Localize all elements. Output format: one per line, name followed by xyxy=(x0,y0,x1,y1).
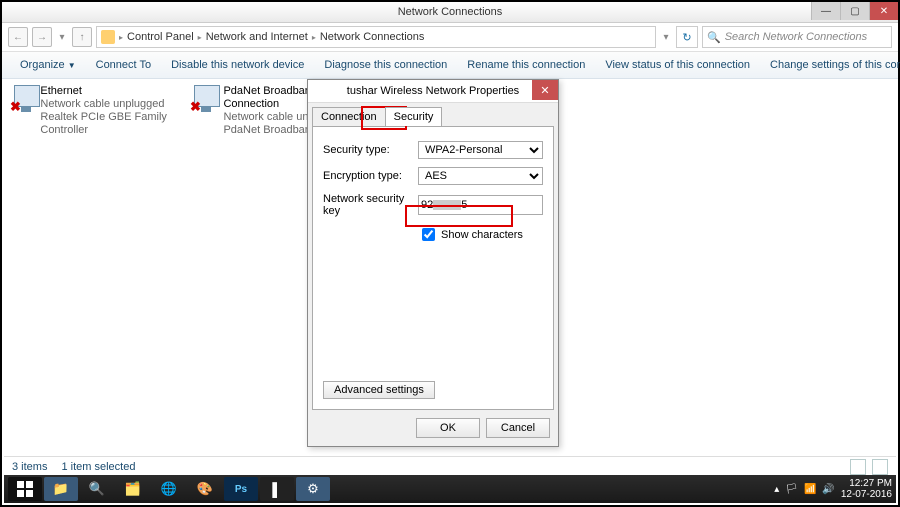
control-panel-icon xyxy=(101,30,115,44)
status-item-count: 3 items xyxy=(12,461,47,473)
taskbar-chrome[interactable]: 🌐 xyxy=(152,477,186,501)
advanced-settings-button[interactable]: Advanced settings xyxy=(323,381,435,399)
search-input[interactable]: 🔍 Search Network Connections xyxy=(702,26,892,48)
content-area: ✖ Ethernet Network cable unplugged Realt… xyxy=(2,79,898,469)
organize-menu[interactable]: Organize ▼ xyxy=(10,59,86,71)
breadcrumb-dropdown[interactable]: ▾ xyxy=(660,28,672,46)
window-titlebar: Network Connections — ▢ ✕ xyxy=(2,2,898,23)
error-x-icon: ✖ xyxy=(190,99,201,115)
nav-back-button[interactable]: ← xyxy=(8,27,28,47)
search-icon: 🔍 xyxy=(707,31,721,44)
breadcrumb-root[interactable]: Control Panel xyxy=(127,31,194,43)
diagnose-button[interactable]: Diagnose this connection xyxy=(314,59,457,71)
large-icons-view-icon[interactable] xyxy=(872,459,888,475)
refresh-button[interactable]: ↻ xyxy=(676,26,698,48)
network-key-input[interactable]: 925 xyxy=(418,195,543,215)
status-selected: 1 item selected xyxy=(61,461,135,473)
tray-clock[interactable]: 12:27 PM 12-07-2016 xyxy=(841,478,892,500)
tray-flag-icon[interactable]: 🏳 xyxy=(785,484,798,495)
key-masked xyxy=(433,200,461,210)
network-key-label: Network security key xyxy=(323,193,418,217)
dialog-close-button[interactable]: ✕ xyxy=(532,80,558,100)
details-view-icon[interactable] xyxy=(850,459,866,475)
connection-adapter: Realtek PCIe GBE Family Controller xyxy=(40,111,182,137)
address-bar: ← → ▾ ↑ ▸ Control Panel ▸ Network and In… xyxy=(2,23,898,52)
rename-button[interactable]: Rename this connection xyxy=(457,59,595,71)
breadcrumb-leaf[interactable]: Network Connections xyxy=(320,31,425,43)
breadcrumb-mid[interactable]: Network and Internet xyxy=(206,31,308,43)
change-settings-button[interactable]: Change settings of this connection xyxy=(760,59,900,71)
command-toolbar: Organize ▼ Connect To Disable this netwo… xyxy=(2,52,898,79)
tray-up-icon[interactable]: ▴ xyxy=(774,484,779,495)
breadcrumb[interactable]: ▸ Control Panel ▸ Network and Internet ▸… xyxy=(96,26,656,48)
maximize-button[interactable]: ▢ xyxy=(840,2,869,20)
close-button[interactable]: ✕ xyxy=(869,2,898,20)
error-x-icon: ✖ xyxy=(10,99,21,115)
cancel-button[interactable]: Cancel xyxy=(486,418,550,438)
search-placeholder: Search Network Connections xyxy=(725,31,867,43)
dialog-titlebar: tushar Wireless Network Properties ✕ xyxy=(308,80,558,103)
security-type-label: Security type: xyxy=(323,144,418,156)
taskbar-cmd[interactable]: ▌ xyxy=(260,477,294,501)
connection-name: Ethernet xyxy=(40,85,182,98)
nav-history-dropdown[interactable]: ▾ xyxy=(56,28,68,46)
connection-ethernet[interactable]: ✖ Ethernet Network cable unplugged Realt… xyxy=(12,85,182,137)
nav-forward-button[interactable]: → xyxy=(32,27,52,47)
connect-to-button[interactable]: Connect To xyxy=(86,59,161,71)
taskbar: 📁 🔍 🗂️ 🌐 🎨 Ps ▌ ⚙ ▴ 🏳 📶 🔊 12:27 PM 12-07… xyxy=(4,475,896,503)
taskbar-app-2[interactable]: 🗂️ xyxy=(116,477,150,501)
tab-connection[interactable]: Connection xyxy=(312,107,386,126)
taskbar-explorer[interactable]: 📁 xyxy=(44,477,78,501)
start-button[interactable] xyxy=(8,477,42,501)
show-characters-checkbox[interactable] xyxy=(422,228,435,241)
taskbar-settings[interactable]: ⚙ xyxy=(296,477,330,501)
connection-status: Network cable unplugged xyxy=(40,98,182,111)
taskbar-photoshop[interactable]: Ps xyxy=(224,477,258,501)
taskbar-app-3[interactable]: 🎨 xyxy=(188,477,222,501)
encryption-type-label: Encryption type: xyxy=(323,170,418,182)
encryption-type-select[interactable]: AES xyxy=(418,167,543,185)
minimize-button[interactable]: — xyxy=(811,2,840,20)
tray-volume-icon[interactable]: 🔊 xyxy=(822,484,834,495)
disable-device-button[interactable]: Disable this network device xyxy=(161,59,314,71)
taskbar-app-1[interactable]: 🔍 xyxy=(80,477,114,501)
nav-up-button[interactable]: ↑ xyxy=(72,27,92,47)
window-title: Network Connections xyxy=(2,6,898,18)
view-status-button[interactable]: View status of this connection xyxy=(595,59,760,71)
tab-security[interactable]: Security xyxy=(385,107,443,126)
show-characters-label: Show characters xyxy=(441,229,523,241)
security-type-select[interactable]: WPA2-Personal xyxy=(418,141,543,159)
tray-network-icon[interactable]: 📶 xyxy=(804,484,816,495)
status-bar: 3 items 1 item selected xyxy=(4,456,896,477)
wireless-properties-dialog: tushar Wireless Network Properties ✕ Con… xyxy=(307,79,559,447)
dialog-title: tushar Wireless Network Properties xyxy=(308,85,558,97)
tab-body: Security type: WPA2-Personal Encryption … xyxy=(312,126,554,410)
ok-button[interactable]: OK xyxy=(416,418,480,438)
